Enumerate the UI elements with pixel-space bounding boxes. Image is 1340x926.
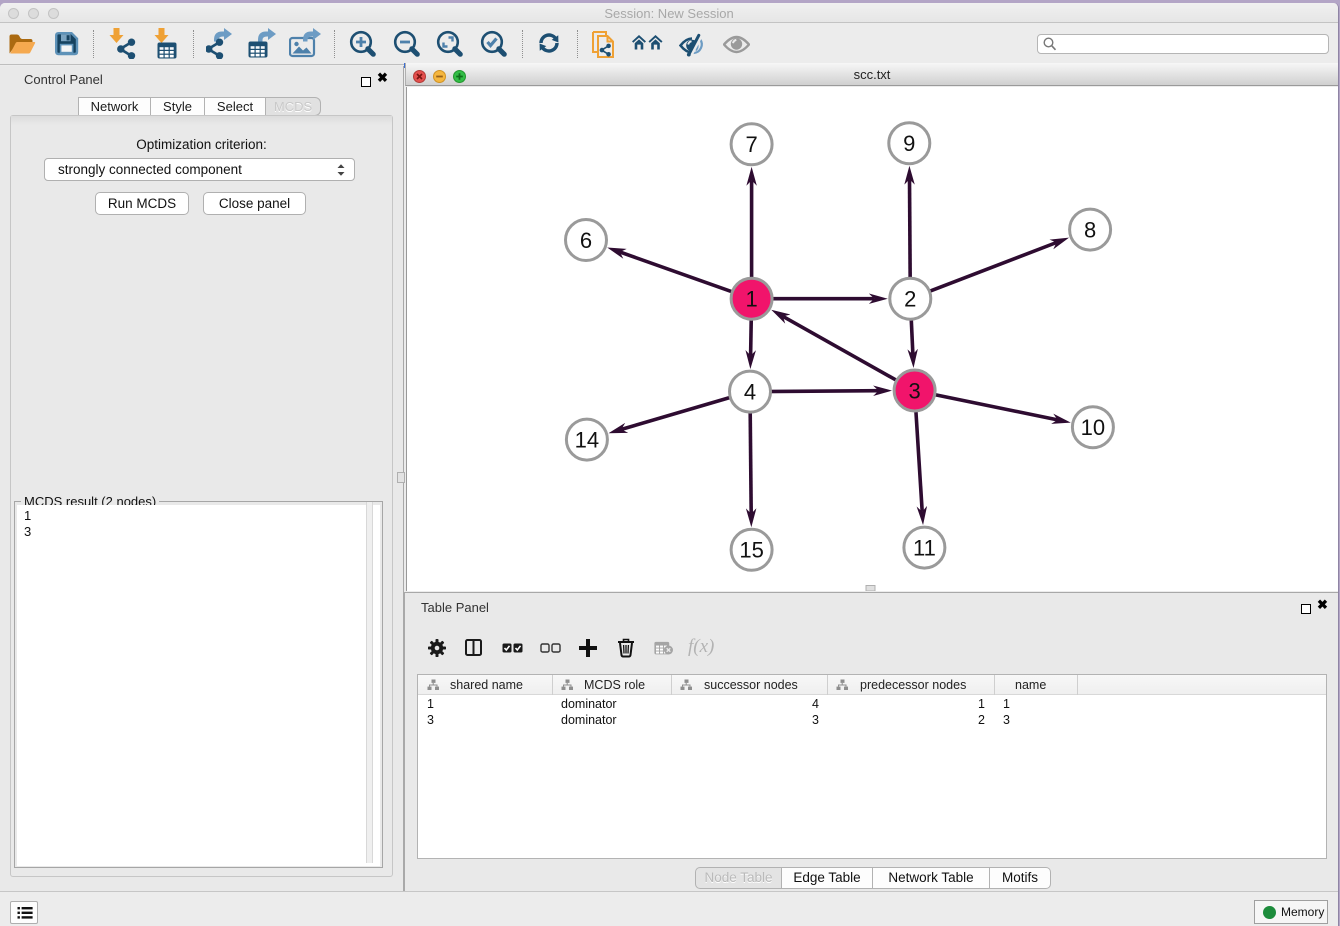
svg-text:4: 4: [744, 379, 756, 404]
svg-text:1: 1: [745, 287, 757, 312]
svg-text:3: 3: [908, 378, 920, 403]
svg-text:7: 7: [745, 132, 757, 157]
svg-text:11: 11: [913, 535, 936, 560]
svg-text:10: 10: [1081, 415, 1105, 440]
svg-text:9: 9: [903, 131, 915, 156]
svg-text:15: 15: [739, 538, 763, 563]
svg-text:2: 2: [904, 287, 916, 312]
svg-text:6: 6: [580, 228, 592, 253]
svg-text:14: 14: [575, 427, 599, 452]
svg-text:8: 8: [1084, 217, 1096, 242]
